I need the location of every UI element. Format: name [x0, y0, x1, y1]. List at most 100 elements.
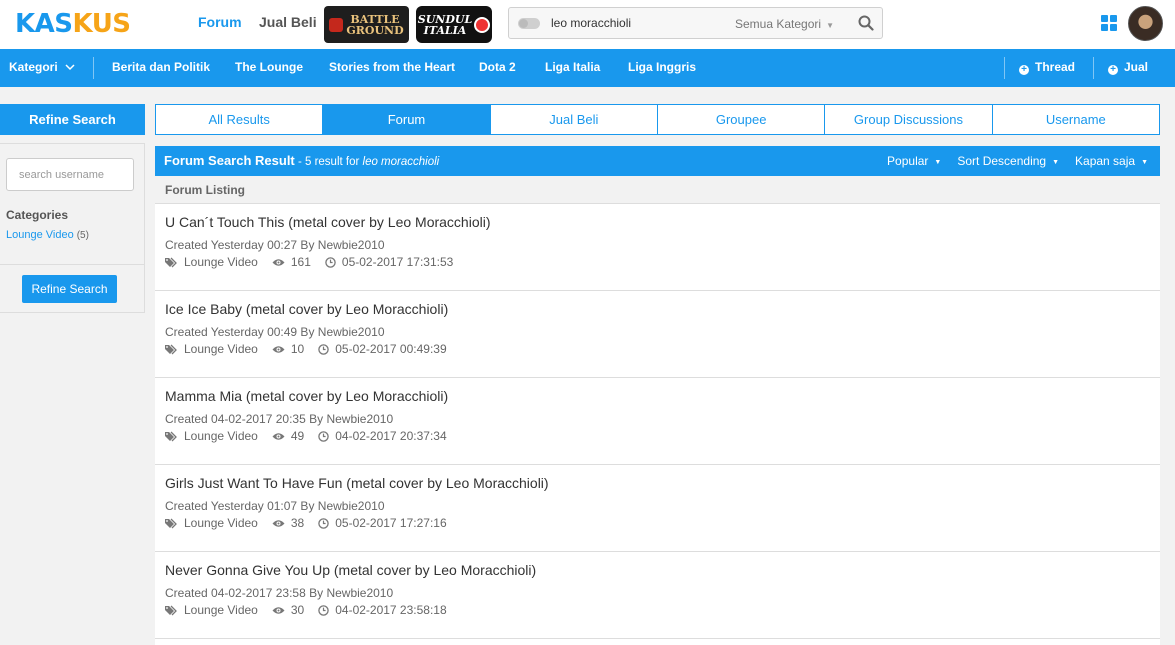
results-title-text: Forum Search Result	[164, 153, 295, 168]
clock-icon	[318, 604, 329, 616]
clock-icon	[318, 517, 329, 529]
kaskus-logo[interactable]: KAS KUS	[15, 9, 131, 39]
eye-icon	[272, 606, 285, 614]
catbar-link-berita[interactable]: Berita dan Politik	[112, 60, 210, 74]
result-category[interactable]: Lounge Video	[184, 603, 258, 617]
catbar-link-liga-inggris[interactable]: Liga Inggris	[628, 60, 696, 74]
clock-icon	[325, 256, 336, 268]
result-views: 10	[290, 342, 305, 356]
search-input[interactable]	[551, 8, 731, 38]
tab-forum[interactable]: Forum	[322, 105, 490, 134]
divider	[1004, 57, 1005, 79]
battleground-badge-text: BATTLE GROUND	[346, 14, 403, 36]
sort-controls: Popular ▼ Sort Descending ▼ Kapan saja ▼	[887, 154, 1148, 168]
chevron-down-icon	[65, 64, 75, 71]
catbar-link-liga-italia[interactable]: Liga Italia	[545, 60, 600, 74]
forum-listing-label: Forum Listing	[155, 176, 1160, 204]
nav-forum-link[interactable]: Forum	[198, 14, 242, 30]
tab-group-discussions[interactable]: Group Discussions	[824, 105, 991, 134]
result-title-link[interactable]: Ice Ice Baby (metal cover by Leo Moracch…	[165, 301, 448, 317]
battleground-badge[interactable]: BATTLE GROUND	[324, 6, 409, 43]
result-tabs: All Results Forum Jual Beli Groupee Grou…	[155, 104, 1160, 135]
sort-order-dropdown[interactable]: Sort Descending ▼	[957, 154, 1059, 168]
dota-icon	[329, 17, 344, 32]
result-views: 161	[290, 255, 311, 269]
create-jual-button[interactable]: + Jual	[1108, 60, 1148, 75]
result-title-link[interactable]: Never Gonna Give You Up (metal cover by …	[165, 562, 536, 578]
catbar-link-lounge[interactable]: The Lounge	[235, 60, 303, 74]
result-meta: Lounge Video 38 05-02-2017 17:27:16	[165, 516, 447, 530]
results-count-text: - 5 result for	[294, 156, 363, 168]
chevron-down-icon: ▼	[826, 21, 834, 30]
result-views: 30	[290, 603, 305, 617]
catbar-link-dota2[interactable]: Dota 2	[479, 60, 516, 74]
avatar[interactable]	[1128, 6, 1163, 41]
result-category[interactable]: Lounge Video	[184, 342, 258, 356]
top-header: KAS KUS Forum Jual Beli BATTLE GROUND SUND…	[0, 0, 1175, 49]
logo-text-part2: KUS	[72, 9, 132, 39]
result-last-post: 05-02-2017 00:49:39	[335, 342, 447, 356]
result-meta: Lounge Video 10 05-02-2017 00:49:39	[165, 342, 447, 356]
result-created: Created Yesterday 00:27 By Newbie2010	[165, 238, 385, 252]
result-created: Created Yesterday 01:07 By Newbie2010	[165, 499, 385, 513]
eye-icon	[272, 258, 285, 266]
result-category[interactable]: Lounge Video	[184, 255, 258, 269]
category-name: Lounge Video	[6, 229, 74, 241]
tag-icon	[165, 605, 177, 615]
eye-icon	[272, 432, 285, 440]
tab-groupee[interactable]: Groupee	[656, 105, 824, 134]
search-toggle-icon[interactable]	[518, 18, 540, 29]
results-query: leo moracchioli	[362, 156, 440, 168]
kategori-dropdown[interactable]: Kategori	[9, 60, 75, 74]
result-last-post: 05-02-2017 17:27:16	[335, 516, 447, 530]
search-icon[interactable]	[858, 15, 874, 31]
results-subtitle: - 5 result for leo moracchioli	[295, 156, 439, 168]
result-views: 38	[290, 516, 305, 530]
nav-jual-beli-link[interactable]: Jual Beli	[259, 14, 317, 30]
sundul-line2: ITALIA	[423, 23, 467, 37]
ball-icon	[474, 16, 491, 33]
tab-username[interactable]: Username	[991, 105, 1159, 134]
tag-icon	[165, 344, 177, 354]
apps-grid-icon[interactable]	[1101, 15, 1117, 31]
result-title-link[interactable]: Girls Just Want To Have Fun (metal cover…	[165, 475, 549, 491]
create-thread-button[interactable]: + Thread	[1019, 60, 1075, 75]
sort-popular-dropdown[interactable]: Popular ▼	[887, 154, 941, 168]
tab-all-results[interactable]: All Results	[156, 105, 322, 134]
result-created: Created 04-02-2017 20:35 By Newbie2010	[165, 412, 394, 426]
chevron-down-icon: ▼	[934, 159, 942, 166]
sort-order-label: Sort Descending	[957, 154, 1047, 168]
refine-search-button[interactable]: Refine Search	[22, 275, 117, 303]
catbar-link-stories[interactable]: Stories from the Heart	[329, 60, 455, 74]
clock-icon	[318, 343, 329, 355]
tag-icon	[165, 431, 177, 441]
result-title-link[interactable]: U Can´t Touch This (metal cover by Leo M…	[165, 214, 491, 230]
tag-icon	[165, 257, 177, 267]
sundul-italia-badge[interactable]: SUNDUL ITALIA	[416, 6, 492, 43]
divider	[93, 57, 94, 79]
kategori-label: Kategori	[9, 60, 58, 74]
result-title-link[interactable]: Mamma Mia (metal cover by Leo Moracchiol…	[165, 388, 448, 404]
result-category[interactable]: Lounge Video	[184, 516, 258, 530]
logo-text-part1: KAS	[15, 9, 73, 39]
divider	[1093, 57, 1094, 79]
chevron-down-icon: ▼	[1141, 159, 1148, 166]
category-filter-link[interactable]: Lounge Video (5)	[6, 229, 89, 241]
result-row: Girls Just Want To Have Fun (metal cover…	[155, 465, 1160, 552]
result-meta: Lounge Video 49 04-02-2017 20:37:34	[165, 429, 447, 443]
username-search-input[interactable]	[6, 158, 134, 191]
result-meta: Lounge Video 30 04-02-2017 23:58:18	[165, 603, 447, 617]
search-category-select[interactable]: Semua Kategori ▼	[735, 17, 834, 31]
eye-icon	[272, 345, 285, 353]
sort-popular-label: Popular	[887, 154, 929, 168]
result-category[interactable]: Lounge Video	[184, 429, 258, 443]
search-results-panel: Forum Search Result - 5 result for leo m…	[155, 146, 1160, 645]
tag-icon	[165, 518, 177, 528]
eye-icon	[272, 519, 285, 527]
results-header: Forum Search Result - 5 result for leo m…	[155, 146, 1160, 176]
category-count: (5)	[76, 230, 89, 241]
result-created: Created Yesterday 00:49 By Newbie2010	[165, 325, 385, 339]
tab-jual-beli[interactable]: Jual Beli	[489, 105, 657, 134]
time-filter-dropdown[interactable]: Kapan saja ▼	[1075, 154, 1148, 168]
sundul-italia-badge-text: SUNDUL ITALIA	[418, 14, 472, 36]
